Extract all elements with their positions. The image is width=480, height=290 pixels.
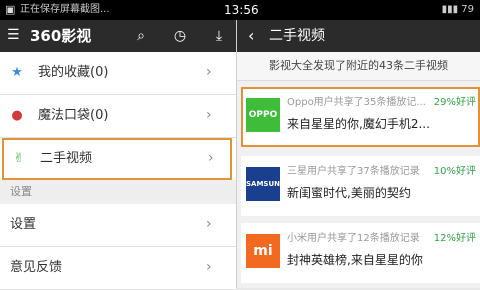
chevron-right-icon: › [206, 216, 212, 232]
signal-icon: ▮▮▮ [441, 4, 459, 15]
video-card[interactable]: SAMSUNG 三星用户共享了37条播放记录 10%好评 新闺蜜时代,美丽的契约 [241, 156, 480, 216]
history-icon[interactable]: ◷ [171, 27, 189, 45]
secondhand-video-panel: ‹ 二手视频 影视大全发现了附近的43条二手视频 OPPO Oppo用户共享了3… [237, 20, 480, 288]
section-label: 设置 [10, 185, 32, 198]
back-icon[interactable]: ‹ [248, 26, 254, 46]
card-meta: Oppo用户共享了35条播放记... [287, 97, 426, 108]
settings-section-header: 设置 [0, 180, 236, 204]
panel-header: ‹ 二手视频 [237, 20, 480, 52]
brand-logo-mi: mi [246, 234, 280, 268]
sidebar-item-label: 设置 [10, 217, 37, 232]
brand-logo-oppo: OPPO [246, 98, 280, 132]
sidebar-item-label: 魔法口袋(0) [38, 108, 109, 123]
chevron-right-icon: › [206, 64, 212, 80]
card-title: 来自星星的你,魔幻手机2... [287, 117, 430, 131]
status-indicators: ▮▮▮ 79 [442, 3, 474, 17]
star-icon: ★ [11, 65, 23, 80]
side-drawer: ☰ 360影视 ⌕ ◷ ⤓ ★ 我的收藏(0) › ● 魔法口袋(0) › ✌ … [0, 20, 237, 290]
chevron-right-icon: › [206, 107, 212, 123]
card-rating: 12%好评 [433, 233, 476, 244]
card-title: 封神英雄榜,来自星星的你 [287, 253, 423, 267]
pocket-icon: ● [11, 108, 23, 123]
chevron-right-icon: › [206, 259, 212, 275]
page-title: 二手视频 [269, 28, 325, 44]
sidebar-item-favorites[interactable]: ★ 我的收藏(0) › [0, 52, 236, 95]
nearby-notice: 影视大全发现了附近的43条二手视频 [237, 52, 480, 81]
card-meta: 小米用户共享了12条播放记录 [287, 233, 420, 244]
sidebar-item-settings[interactable]: 设置 › [0, 204, 236, 247]
sidebar-item-feedback[interactable]: 意见反馈 › [0, 247, 236, 290]
sidebar-item-label: 意见反馈 [10, 260, 63, 275]
drawer-header: ☰ 360影视 ⌕ ◷ ⤓ [0, 20, 236, 52]
screenshot-icon: ▣ [5, 3, 16, 16]
card-rating: 10%好评 [433, 166, 476, 177]
app-logo: 360影视 [30, 27, 92, 45]
status-bar: ▣ 正在保存屏幕截图... 13:56 ▮▮▮ 79 [0, 0, 480, 20]
video-card[interactable]: OPPO Oppo用户共享了35条播放记... 29%好评 来自星星的你,魔幻手… [241, 87, 480, 147]
sidebar-item-magic-pocket[interactable]: ● 魔法口袋(0) › [0, 95, 236, 138]
card-meta: 三星用户共享了37条播放记录 [287, 166, 420, 177]
chevron-right-icon: › [208, 150, 214, 166]
search-icon[interactable]: ⌕ [132, 27, 150, 45]
brand-logo-samsung: SAMSUNG [246, 167, 286, 201]
battery-level: 79 [461, 4, 474, 15]
sidebar-item-label: 二手视频 [40, 151, 93, 166]
sidebar-item-label: 我的收藏(0) [38, 65, 109, 80]
card-rating: 29%好评 [433, 97, 476, 108]
download-icon[interactable]: ⤓ [210, 27, 228, 45]
status-time: 13:56 [224, 3, 259, 17]
sidebar-item-secondhand-video[interactable]: ✌ 二手视频 › [2, 138, 232, 180]
video-card[interactable]: mi 小米用户共享了12条播放记录 12%好评 封神英雄榜,来自星星的你 [241, 223, 480, 283]
card-title: 新闺蜜时代,美丽的契约 [287, 186, 411, 200]
notice-text: 影视大全发现了附近的43条二手视频 [269, 59, 448, 72]
thumb-icon: ✌ [13, 151, 25, 166]
menu-icon[interactable]: ☰ [7, 28, 21, 42]
status-notification-text: 正在保存屏幕截图... [20, 4, 110, 15]
